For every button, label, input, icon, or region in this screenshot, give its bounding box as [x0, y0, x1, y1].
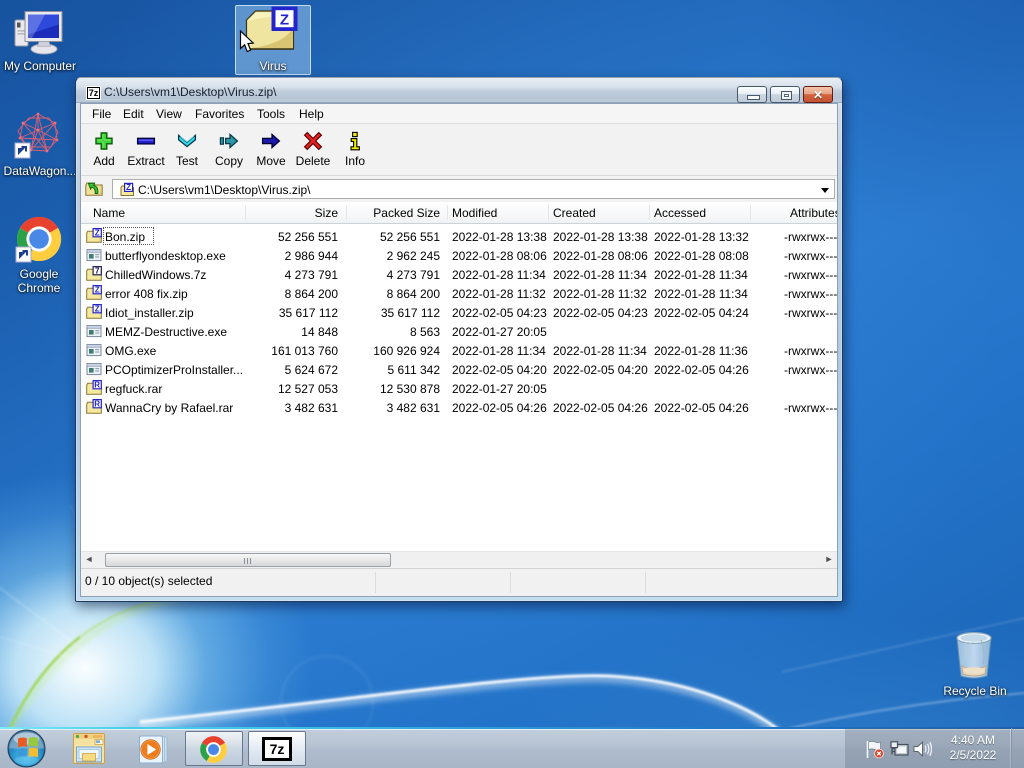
- svg-text:Z: Z: [95, 304, 100, 313]
- svg-text:Z: Z: [280, 12, 289, 29]
- svg-text:Z: Z: [126, 183, 131, 192]
- svg-text:7: 7: [95, 266, 100, 275]
- svg-text:Z: Z: [95, 285, 100, 294]
- svg-text:R: R: [94, 399, 100, 408]
- svg-text:R: R: [94, 380, 100, 389]
- svg-text:Z: Z: [95, 228, 100, 237]
